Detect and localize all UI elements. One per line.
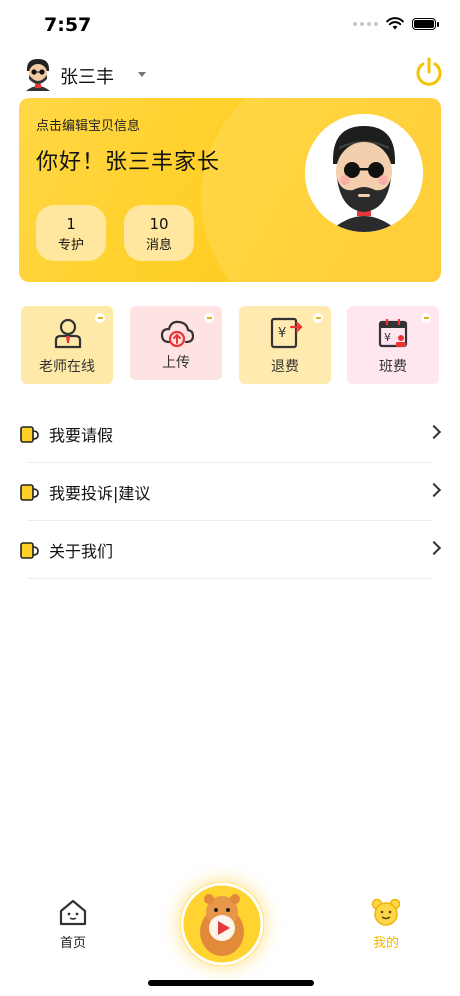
tile-label: 上传 (162, 355, 190, 371)
menu-item-about[interactable]: 关于我们 (19, 521, 443, 579)
chevron-right-icon (426, 540, 442, 556)
svg-text:¥: ¥ (384, 331, 391, 344)
caret-down-icon[interactable] (138, 72, 146, 77)
svg-text:¥: ¥ (278, 326, 286, 341)
menu-item-complaint[interactable]: 我要投诉|建议 (19, 463, 443, 521)
tile-label: 退费 (271, 359, 299, 375)
home-indicator (148, 980, 314, 986)
plus-icon (313, 313, 323, 323)
menu-item-label: 关于我们 (49, 542, 114, 561)
status-icons (353, 17, 439, 30)
home-icon (59, 899, 87, 926)
tile-label: 老师在线 (39, 359, 95, 375)
cup-icon (20, 542, 39, 559)
stat-pill-care[interactable]: 1 专护 (36, 205, 106, 261)
divider (28, 578, 432, 579)
cup-icon (20, 484, 39, 501)
power-icon[interactable] (414, 56, 444, 90)
user-name[interactable]: 张三丰 (60, 63, 114, 89)
upload-cloud-icon (160, 320, 194, 348)
stat-pill-messages[interactable]: 10 消息 (124, 205, 194, 261)
chevron-right-icon (426, 482, 442, 498)
tile-label: 班费 (379, 359, 407, 375)
greeting-text: 你好！张三丰家长 (36, 150, 221, 175)
user-avatar-icon[interactable] (23, 57, 53, 91)
baby-info-card[interactable]: 点击编辑宝贝信息 你好！张三丰家长 1 专护 10 消息 (19, 98, 441, 282)
stat-value: 1 (66, 215, 76, 233)
signal-icon (353, 21, 378, 26)
status-time: 7:57 (44, 14, 92, 36)
battery-icon (412, 17, 439, 30)
menu-item-label: 我要请假 (49, 426, 114, 445)
child-avatar[interactable] (305, 114, 423, 232)
wifi-icon (386, 17, 404, 30)
tile-teacher-online[interactable]: 老师在线 (21, 306, 113, 384)
stat-label: 专护 (57, 238, 84, 253)
tile-upload[interactable]: 上传 (130, 306, 222, 380)
mascot-play-icon (180, 882, 264, 966)
status-bar: 7:57 (0, 0, 460, 50)
teacher-icon (54, 318, 82, 349)
plus-icon (204, 313, 214, 323)
tile-class-fee[interactable]: ¥ 班费 (347, 306, 439, 384)
avatar-illustration-icon (305, 114, 423, 232)
tab-me[interactable]: 我的 (356, 898, 416, 951)
chevron-right-icon (426, 424, 442, 440)
refund-icon: ¥ (270, 317, 303, 349)
tab-label: 我的 (372, 936, 399, 951)
menu-item-leave[interactable]: 我要请假 (19, 405, 443, 463)
plus-icon (95, 313, 105, 323)
class-fee-icon: ¥ (378, 319, 408, 348)
cup-icon (20, 426, 39, 443)
stat-value: 10 (149, 215, 169, 233)
tab-label: 首页 (59, 936, 86, 951)
plus-icon (421, 313, 431, 323)
edit-baby-info-link[interactable]: 点击编辑宝贝信息 (36, 115, 140, 134)
tab-home[interactable]: 首页 (43, 898, 103, 951)
bear-face-icon (371, 898, 401, 926)
center-play-button[interactable] (180, 882, 264, 966)
menu-item-label: 我要投诉|建议 (49, 484, 151, 503)
profile-header: 张三丰 (20, 56, 444, 96)
stat-label: 消息 (145, 238, 172, 253)
tile-refund[interactable]: ¥ 退费 (239, 306, 331, 384)
